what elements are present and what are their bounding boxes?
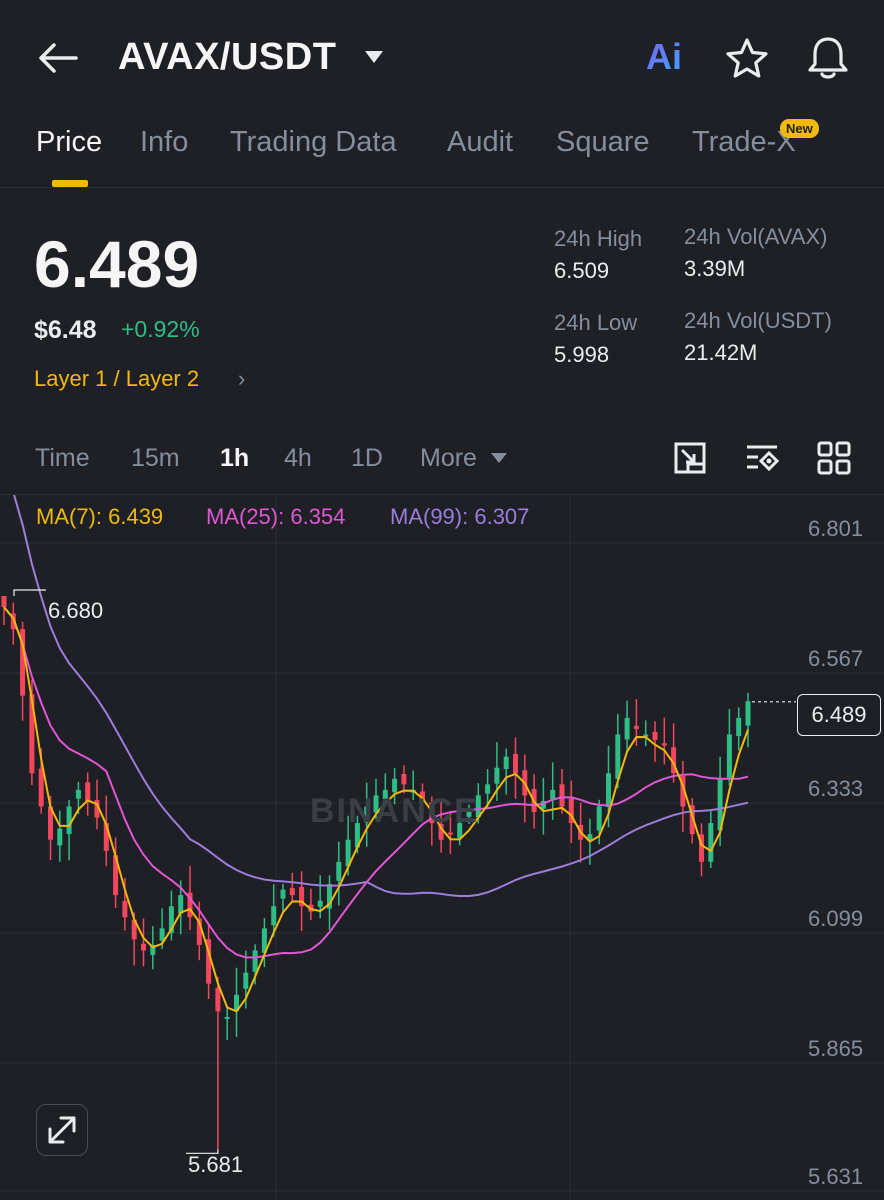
candle-body <box>447 832 453 835</box>
tabs-divider <box>0 187 884 188</box>
vol-quote-value: 21.42M <box>684 340 758 365</box>
ma7-label: MA(7): 6.439 <box>36 504 164 529</box>
ma99-label: MA(99): 6.307 <box>390 504 530 529</box>
tab-square[interactable]: Square <box>556 126 650 159</box>
y-axis-label: 5.631 <box>808 1164 864 1189</box>
low-value: 5.998 <box>554 342 610 367</box>
star-icon[interactable] <box>724 36 770 82</box>
tab-price[interactable]: Price <box>36 126 102 159</box>
timeframe-1d[interactable]: 1D <box>351 444 383 473</box>
caret-down-icon[interactable] <box>362 48 386 66</box>
tab-audit[interactable]: Audit <box>447 126 513 159</box>
candle-body <box>289 888 295 896</box>
last-price: 6.489 <box>34 227 200 301</box>
timeframe-time[interactable]: Time <box>35 444 90 473</box>
candle-body <box>243 972 249 989</box>
timeframe-more[interactable]: More <box>420 444 477 473</box>
high-value: 6.509 <box>554 258 610 283</box>
high-label: 24h High <box>554 226 643 251</box>
low-label: 24h Low <box>554 310 638 335</box>
vol-base-value: 3.39M <box>684 256 746 281</box>
candle-body <box>224 1016 230 1019</box>
candle-body <box>745 701 751 726</box>
candle-body <box>726 734 732 778</box>
tab-info[interactable]: Info <box>140 126 188 159</box>
candle-body <box>159 928 165 941</box>
period-high-label: 6.680 <box>48 598 104 623</box>
active-tab-indicator <box>52 180 88 187</box>
candle-body <box>215 987 221 1012</box>
candle-body <box>252 950 258 972</box>
candle-body <box>559 784 565 807</box>
candle-body <box>736 717 742 737</box>
current-price-tag: 6.489 <box>797 694 881 736</box>
candle-body <box>503 756 509 770</box>
candle-body <box>271 906 277 926</box>
y-axis-label: 5.865 <box>808 1036 864 1061</box>
timeframe-1h[interactable]: 1h <box>220 444 249 473</box>
pair-title[interactable]: AVAX/USDT <box>118 36 336 79</box>
vol-quote-label: 24h Vol(USDT) <box>684 308 832 333</box>
candlestick-chart[interactable] <box>0 495 884 1200</box>
y-axis-label: 6.099 <box>808 906 864 931</box>
candle-body <box>494 767 500 784</box>
candle-body <box>708 823 714 862</box>
candle-body <box>141 943 146 951</box>
grid-icon[interactable] <box>816 440 852 476</box>
fiat-price: $6.48 <box>34 316 97 344</box>
candle-body <box>624 717 630 740</box>
candle-body <box>336 861 342 881</box>
timeframe-15m[interactable]: 15m <box>131 444 180 473</box>
candle-body <box>485 784 491 794</box>
y-axis-label: 6.567 <box>808 646 864 671</box>
price-change-percent: +0.92% <box>121 316 200 342</box>
vol-base-label: 24h Vol(AVAX) <box>684 224 828 249</box>
candle-body <box>75 789 81 799</box>
candle-body <box>122 900 128 918</box>
candle-body <box>66 806 72 835</box>
y-axis-label: 6.333 <box>808 776 864 801</box>
binance-watermark: BINANCE <box>310 792 479 830</box>
category-tag-link[interactable]: Layer 1 / Layer 2 <box>34 366 199 392</box>
ma99-line <box>13 495 749 897</box>
candle-body <box>401 773 407 785</box>
expand-icon <box>48 1116 76 1144</box>
expand-chart-button[interactable] <box>36 1104 88 1156</box>
period-low-label: 5.681 <box>188 1152 244 1177</box>
candle-body <box>661 743 667 746</box>
y-axis-label: 6.801 <box>808 516 864 541</box>
candle-body <box>633 725 639 729</box>
candle-body <box>38 768 44 807</box>
candle-body <box>280 889 286 899</box>
bell-icon[interactable] <box>804 34 852 82</box>
more-caret-icon[interactable] <box>490 452 508 464</box>
tab-trading-data[interactable]: Trading Data <box>230 126 397 159</box>
ai-icon[interactable]: Ai <box>646 36 682 78</box>
timeframe-4h[interactable]: 4h <box>284 444 312 473</box>
chart-settings-icon[interactable] <box>672 440 708 476</box>
candle-body <box>85 782 91 801</box>
candle-body <box>652 731 658 741</box>
chevron-right-icon[interactable]: › <box>238 366 245 392</box>
candle-body <box>57 828 63 846</box>
new-badge: New <box>780 119 819 138</box>
indicator-icon[interactable] <box>744 440 780 476</box>
candle-body <box>317 900 323 907</box>
candle-body <box>596 806 602 831</box>
back-arrow-icon[interactable] <box>36 38 80 78</box>
ma25-label: MA(25): 6.354 <box>206 504 346 529</box>
candle-body <box>513 753 518 774</box>
candle-body <box>392 778 398 793</box>
candle-body <box>606 773 611 808</box>
candle-body <box>1 596 7 608</box>
